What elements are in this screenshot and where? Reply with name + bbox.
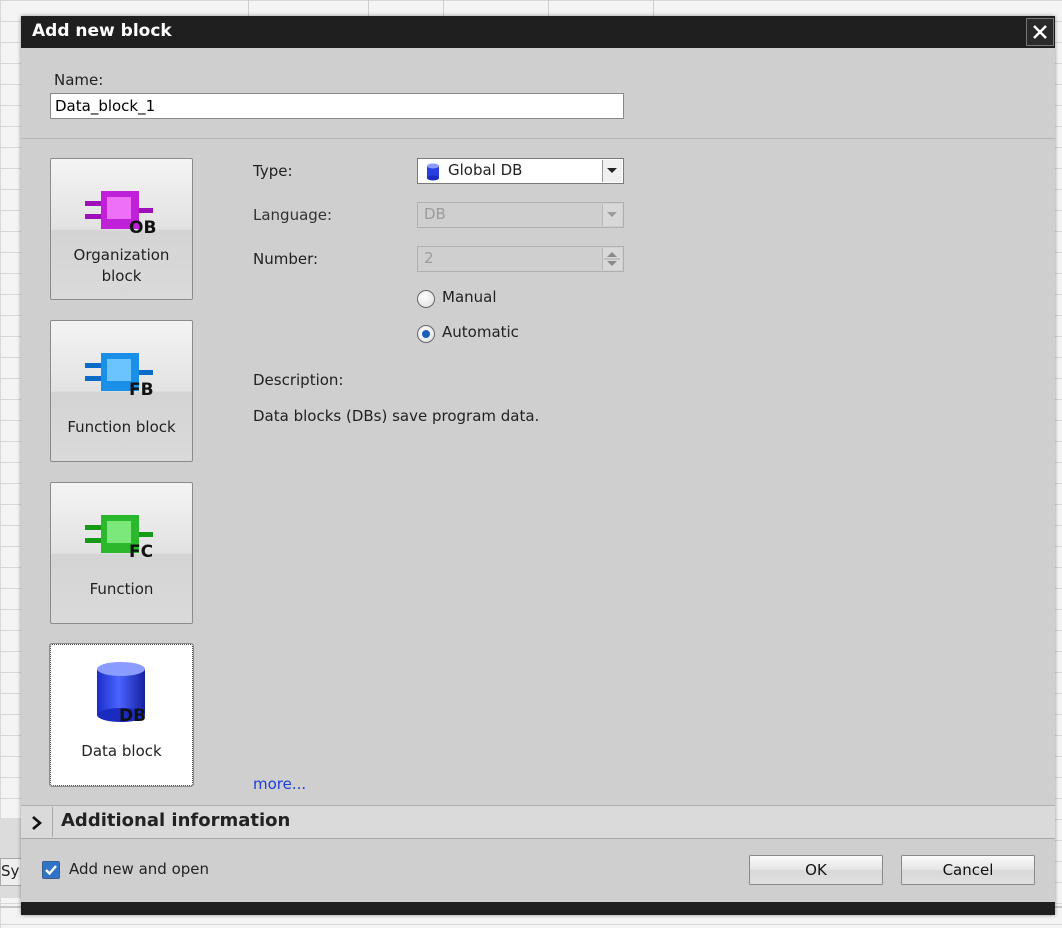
function-block-label: Function block [67, 418, 176, 436]
database-icon: DB [95, 661, 165, 726]
radio-circle[interactable] [417, 290, 435, 308]
spinner-arrows-icon [602, 248, 622, 270]
function-label: Function [89, 580, 154, 598]
svg-text:FC: FC [129, 542, 153, 559]
svg-text:DB: DB [119, 706, 146, 723]
function-icon: FC [85, 513, 161, 562]
name-input[interactable] [50, 93, 624, 119]
checkmark-icon [45, 865, 57, 876]
dialog-title: Add new block [32, 21, 172, 41]
number-label: Number: [253, 250, 319, 268]
organization-block-button[interactable]: OB Organization block [50, 158, 193, 300]
dialog-footer: Add new and open OK Cancel [21, 839, 1055, 902]
svg-text:FB: FB [129, 380, 154, 397]
organization-block-icon: OB [85, 189, 161, 238]
additional-information-section[interactable]: Additional information [21, 806, 1055, 839]
name-label: Name: [54, 71, 104, 89]
organization-block-label-line1: Organization [73, 246, 170, 264]
dialog-bottom-border [21, 902, 1055, 915]
language-dropdown: DB [417, 202, 624, 228]
add-new-block-dialog: Add new block Name: OB Organization bloc… [21, 16, 1055, 915]
data-block-button[interactable]: DB Data block [49, 643, 194, 787]
dialog-titlebar: Add new block [21, 16, 1055, 48]
organization-block-label-line2: block [101, 267, 142, 285]
function-button[interactable]: FC Function [50, 482, 193, 624]
chevron-down-icon[interactable] [602, 160, 622, 182]
type-dropdown[interactable]: Global DB [417, 158, 624, 184]
language-value: DB [424, 205, 446, 223]
data-block-label: Data block [81, 742, 162, 760]
manual-radio-label: Manual [442, 288, 497, 306]
radio-dot [422, 330, 430, 338]
svg-text:OB: OB [129, 218, 156, 235]
language-label: Language: [253, 206, 333, 224]
add-new-and-open-label[interactable]: Add new and open [69, 860, 209, 878]
close-icon [1033, 25, 1047, 39]
number-spinner: 2 [417, 246, 624, 272]
chevron-right-icon [32, 816, 42, 830]
close-button[interactable] [1026, 18, 1054, 46]
chevron-down-icon [602, 204, 622, 226]
description-title: Description: [253, 371, 344, 389]
description-text: Data blocks (DBs) save program data. [253, 407, 540, 425]
cancel-button[interactable]: Cancel [901, 855, 1035, 885]
function-block-icon: FB [85, 351, 161, 400]
radio-circle-checked[interactable] [417, 325, 435, 343]
number-value: 2 [424, 249, 434, 267]
expand-button[interactable] [22, 807, 53, 837]
function-block-button[interactable]: FB Function block [50, 320, 193, 462]
global-db-icon [426, 163, 440, 185]
type-label: Type: [253, 162, 293, 180]
ok-button[interactable]: OK [749, 855, 883, 885]
additional-information-title: Additional information [61, 810, 291, 831]
more-link[interactable]: more... [253, 775, 306, 793]
type-value: Global DB [448, 161, 523, 179]
automatic-radio-label: Automatic [442, 323, 519, 341]
divider [21, 138, 1055, 139]
add-new-and-open-checkbox[interactable] [42, 861, 60, 879]
